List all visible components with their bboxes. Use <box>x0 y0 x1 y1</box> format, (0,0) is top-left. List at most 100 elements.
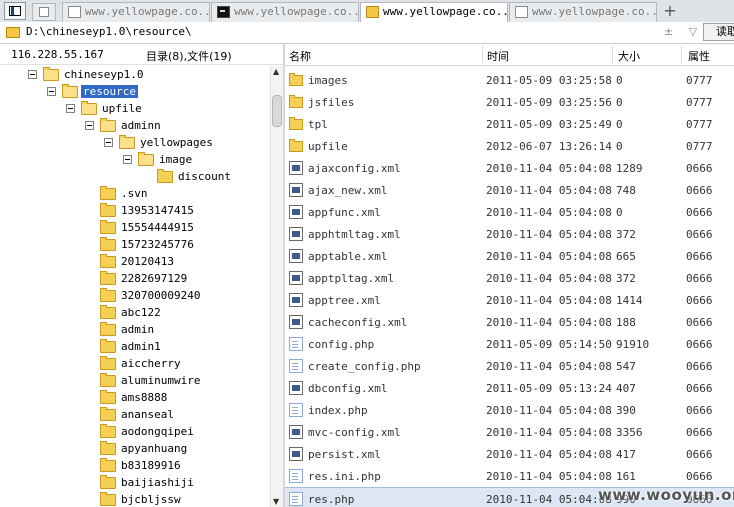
collapse-icon[interactable] <box>28 70 37 79</box>
scroll-thumb[interactable] <box>272 95 282 127</box>
file-row[interactable]: mvc-config.xml 2010-11-04 05:04:08 3356 066… <box>285 421 734 443</box>
collapse-icon[interactable] <box>47 87 56 96</box>
collapse-icon[interactable] <box>66 104 75 113</box>
file-row[interactable]: persist.xml 2010-11-04 05:04:08 417 0666 <box>285 443 734 465</box>
tree-item[interactable]: baijiashiji <box>0 475 270 492</box>
file-size: 161 <box>616 470 636 483</box>
tree-item[interactable]: discount <box>0 169 270 186</box>
column-time[interactable]: 时间 <box>487 48 509 64</box>
scroll-up-icon[interactable]: ▲ <box>273 67 279 76</box>
file-list-header: 名称 时间 大小 属性 <box>285 44 734 66</box>
terminal-icon <box>217 6 230 18</box>
tree-item[interactable]: apyanhuang <box>0 441 270 458</box>
file-row[interactable]: apptree.xml 2010-11-04 05:04:08 1414 0666 <box>285 289 734 311</box>
tab-3-active[interactable]: www.yellowpage.co... <box>360 2 508 23</box>
address-dropdown-buttons[interactable]: ± ▽ <box>664 25 703 38</box>
tree-item[interactable]: ams8888 <box>0 390 270 407</box>
file-row[interactable]: config.php 2011-05-09 05:14:50 91910 0666 <box>285 333 734 355</box>
column-size[interactable]: 大小 <box>618 48 640 64</box>
file-row[interactable]: upfile 2012-06-07 13:26:14 0 0777 <box>285 135 734 157</box>
file-row[interactable]: ajax_new.xml 2010-11-04 05:04:08 748 0666 <box>285 179 734 201</box>
folder-icon <box>366 6 379 18</box>
file-list: images 2011-05-09 03:25:58 0 0777 jsfiles 201… <box>285 66 734 507</box>
folder-icon <box>100 492 116 506</box>
tree-item-label: admin <box>121 323 155 336</box>
file-size: 748 <box>616 184 636 197</box>
file-name: cacheconfig.xml <box>308 316 408 329</box>
file-row[interactable]: res.ini.php 2010-11-04 05:04:08 161 0666 <box>285 465 734 487</box>
file-row[interactable]: create_config.php 2010-11-04 05:04:08 547 0… <box>285 355 734 377</box>
folder-icon <box>100 305 116 319</box>
file-row[interactable]: tpl 2011-05-09 03:25:49 0 0777 <box>285 113 734 135</box>
file-name: appfunc.xml <box>308 206 381 219</box>
file-attr: 0666 <box>686 294 713 307</box>
tree-item[interactable]: aiccherry <box>0 356 270 373</box>
tree-item[interactable]: 13953147415 <box>0 203 270 220</box>
scroll-down-icon[interactable]: ▼ <box>273 497 279 506</box>
tree-item-label: yellowpages <box>140 136 213 149</box>
folder-icon <box>289 139 303 152</box>
tree-item[interactable]: 2282697129 <box>0 271 270 288</box>
file-row[interactable]: ajaxconfig.xml 2010-11-04 05:04:08 1289 066… <box>285 157 734 179</box>
tree-item-label: upfile <box>102 102 142 115</box>
blank-tab[interactable] <box>32 3 56 21</box>
path-input[interactable]: D:\chineseyp1.0\resource\ <box>26 25 192 38</box>
tree-item[interactable]: 15554444915 <box>0 220 270 237</box>
tree-item[interactable]: ananseal <box>0 407 270 424</box>
tree-item[interactable]: admin <box>0 322 270 339</box>
file-name: mvc-config.xml <box>308 426 401 439</box>
tree-item[interactable]: upfile <box>0 101 270 118</box>
file-row[interactable]: jsfiles 2011-05-09 03:25:56 0 0777 <box>285 91 734 113</box>
window-menu-button[interactable] <box>4 2 26 20</box>
file-row[interactable]: index.php 2010-11-04 05:04:08 390 0666 <box>285 399 734 421</box>
tree-item[interactable]: aodongqipei <box>0 424 270 441</box>
file-name: persist.xml <box>308 448 381 461</box>
xml-file-icon <box>289 425 303 439</box>
folder-icon <box>100 475 116 489</box>
tab-2[interactable]: www.yellowpage.co... <box>211 2 359 22</box>
tree-item[interactable]: 15723245776 <box>0 237 270 254</box>
tree-item[interactable]: aluminumwire <box>0 373 270 390</box>
watermark: www.wooyun.org <box>598 486 734 504</box>
collapse-icon[interactable] <box>104 138 113 147</box>
tree-item[interactable]: 320700009240 <box>0 288 270 305</box>
tree-item[interactable]: .svn <box>0 186 270 203</box>
xml-file-icon <box>289 161 303 175</box>
file-row[interactable]: dbconfig.xml 2011-05-09 05:13:24 407 0666 <box>285 377 734 399</box>
tab-1[interactable]: www.yellowpage.co... <box>62 2 210 22</box>
tab-4[interactable]: www.yellowpage.co... <box>509 2 657 22</box>
folder-icon <box>6 27 20 38</box>
tree-item[interactable]: adminn <box>0 118 270 135</box>
file-size: 372 <box>616 228 636 241</box>
tree-item[interactable]: resource <box>0 84 270 101</box>
file-row[interactable]: apptable.xml 2010-11-04 05:04:08 665 0666 <box>285 245 734 267</box>
tree-item[interactable]: b83189916 <box>0 458 270 475</box>
file-attr: 0777 <box>686 140 713 153</box>
collapse-icon[interactable] <box>123 155 132 164</box>
tree-item[interactable]: admin1 <box>0 339 270 356</box>
file-row[interactable]: appfunc.xml 2010-11-04 05:04:08 0 0666 <box>285 201 734 223</box>
column-attr[interactable]: 属性 <box>688 48 710 64</box>
php-file-icon <box>289 469 303 483</box>
file-name: ajax_new.xml <box>308 184 388 197</box>
read-button[interactable]: 读取 <box>703 23 734 41</box>
tree-scrollbar[interactable]: ▲ ▼ <box>270 66 283 507</box>
new-tab-button[interactable]: + <box>660 1 680 21</box>
tree-item[interactable]: chineseyp1.0 <box>0 67 270 84</box>
tree-item[interactable]: 20120413 <box>0 254 270 271</box>
tree-item[interactable]: image <box>0 152 270 169</box>
file-row[interactable]: apphtmltag.xml 2010-11-04 05:04:08 372 0666 <box>285 223 734 245</box>
column-name[interactable]: 名称 <box>289 48 311 64</box>
tree-item[interactable]: abc122 <box>0 305 270 322</box>
tree-item[interactable]: bjcbljssw <box>0 492 270 507</box>
tab-label: www.yellowpage.co... <box>234 5 359 18</box>
collapse-icon[interactable] <box>85 121 94 130</box>
file-time: 2010-11-04 05:04:08 <box>486 162 612 175</box>
tree-item[interactable]: yellowpages <box>0 135 270 152</box>
file-row[interactable]: images 2011-05-09 03:25:58 0 0777 <box>285 69 734 91</box>
file-row[interactable]: cacheconfig.xml 2010-11-04 05:04:08 188 066… <box>285 311 734 333</box>
folder-icon <box>119 135 135 149</box>
folder-icon <box>100 373 116 387</box>
file-row[interactable]: apptpltag.xml 2010-11-04 05:04:08 372 0666 <box>285 267 734 289</box>
file-attr: 0666 <box>686 316 713 329</box>
